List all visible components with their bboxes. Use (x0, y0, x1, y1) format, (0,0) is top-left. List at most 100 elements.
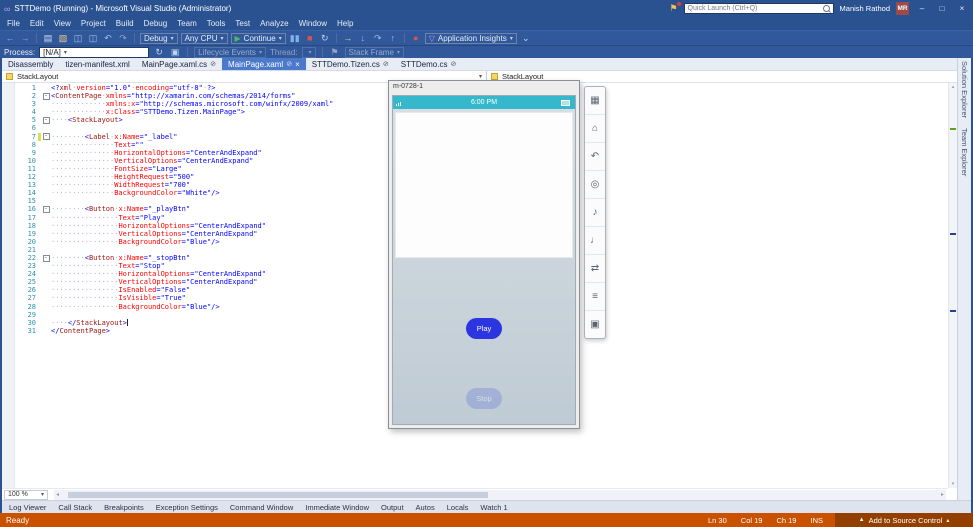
new-file-icon[interactable]: ▤ (42, 34, 54, 43)
flag-toolbar-icon[interactable]: ⚑ (329, 48, 341, 57)
step-into-icon[interactable]: ↓ (357, 34, 369, 43)
menu-tools[interactable]: Tools (202, 19, 231, 28)
pause-icon[interactable]: ▮▮ (289, 34, 301, 43)
tab-sttdemo-cs[interactable]: STTDemo.cs⊘ (395, 58, 463, 70)
tab-mainpage-xaml[interactable]: MainPage.xaml⊘× (222, 58, 306, 70)
tab-tizen-manifest-xml[interactable]: tizen-manifest.xml (59, 58, 135, 70)
restart-icon[interactable]: ↻ (319, 34, 331, 43)
volume-down-icon[interactable]: ♩ (585, 227, 605, 255)
tab-disassembly[interactable]: Disassembly (2, 58, 59, 70)
fold-collapse-icon[interactable]: - (43, 255, 50, 262)
quick-launch-search[interactable]: Quick Launch (Ctrl+Q) (684, 3, 834, 14)
horizontal-scroll-thumb[interactable] (68, 492, 488, 498)
menu-test[interactable]: Test (230, 19, 255, 28)
menu-team[interactable]: Team (172, 19, 202, 28)
volume-up-icon[interactable]: ♪ (585, 199, 605, 227)
toolbar-overflow-icon[interactable]: ⌄ (520, 34, 532, 43)
panel-tab-immediate-window[interactable]: Immediate Window (300, 503, 374, 512)
menu-build[interactable]: Build (111, 19, 139, 28)
code-text: ········<Label·x:Name="_label" (51, 133, 177, 141)
application-insights-button[interactable]: ▽Application Insights▾ (425, 33, 517, 44)
panel-tab-output[interactable]: Output (376, 503, 409, 512)
menu-analyze[interactable]: Analyze (255, 19, 293, 28)
add-to-source-control-button[interactable]: ▲ Add to Source Control ▴ (835, 513, 973, 527)
tab-label: tizen-manifest.xml (65, 60, 129, 69)
fold-collapse-icon[interactable]: - (43, 117, 50, 124)
open-file-icon[interactable]: ▧ (57, 34, 69, 43)
avatar[interactable]: MR (896, 2, 909, 15)
redo-icon[interactable]: ↷ (117, 34, 129, 43)
panel-tab-watch-1[interactable]: Watch 1 (475, 503, 512, 512)
show-next-statement-icon[interactable]: → (342, 34, 354, 43)
panel-tab-exception-settings[interactable]: Exception Settings (151, 503, 223, 512)
tab-close-icon[interactable]: × (295, 60, 300, 69)
back-icon[interactable]: ↶ (585, 143, 605, 171)
menu-bar: FileEditViewProjectBuildDebugTeamToolsTe… (0, 17, 973, 30)
screenshot-icon[interactable]: ▣ (169, 48, 181, 57)
close-button[interactable]: × (955, 4, 969, 13)
change-tracking-bar (38, 124, 41, 132)
toolbar-separator (36, 33, 37, 43)
tab-mainpage-xaml-cs[interactable]: MainPage.xaml.cs⊘ (136, 58, 222, 70)
tizen-emulator-window[interactable]: m-0728-1 6:00 PM Play Stop (388, 80, 580, 429)
multi-window-icon[interactable]: ▦ (585, 87, 605, 115)
refresh-icon[interactable]: ↻ (153, 48, 165, 57)
fold-margin: - (41, 255, 51, 262)
scroll-right-icon[interactable]: ▸ (941, 491, 944, 498)
change-tracking-bar (38, 222, 41, 230)
debug-location-toolbar: Process:[N/A]▾↻▣Lifecycle Events▾Thread:… (0, 45, 973, 58)
save-all-icon[interactable]: ◫ (87, 34, 99, 43)
panel-tab-call-stack[interactable]: Call Stack (53, 503, 97, 512)
breakpoints-icon[interactable]: ● (410, 34, 422, 43)
navigate-back-icon[interactable]: ← (4, 34, 16, 43)
navigate-forward-icon[interactable]: → (19, 34, 31, 43)
process-select[interactable]: [N/A]▾ (39, 47, 149, 58)
panel-tab-breakpoints[interactable]: Breakpoints (99, 503, 149, 512)
line-number: 25 (14, 278, 36, 286)
element-icon (491, 73, 498, 80)
continue-button[interactable]: ▶Continue▾ (231, 33, 286, 44)
panel-tab-autos[interactable]: Autos (411, 503, 440, 512)
step-over-icon[interactable]: ↷ (372, 34, 384, 43)
user-name[interactable]: Manish Rathod (840, 4, 890, 13)
tab-sttdemo-tizen-cs[interactable]: STTDemo.Tizen.cs⊘ (306, 58, 395, 70)
panel-tab-command-window[interactable]: Command Window (225, 503, 298, 512)
menu-project[interactable]: Project (76, 19, 111, 28)
fold-collapse-icon[interactable]: - (43, 133, 50, 140)
scroll-up-icon[interactable]: ▴ (949, 84, 957, 90)
camera-icon[interactable]: ▣ (585, 311, 605, 338)
menu-file[interactable]: File (2, 19, 25, 28)
solution-platform-select[interactable]: Any CPU▾ (181, 33, 228, 44)
fold-collapse-icon[interactable]: - (43, 93, 50, 100)
step-out-icon[interactable]: ↑ (387, 34, 399, 43)
home-icon[interactable]: ⌂ (585, 115, 605, 143)
emulator-play-button[interactable]: Play (466, 318, 502, 339)
side-tab-solution-explorer[interactable]: Solution Explorer (960, 61, 969, 118)
menu-edit[interactable]: Edit (25, 19, 49, 28)
notifications-flag-icon[interactable]: ⚑ (669, 3, 677, 14)
maximize-button[interactable]: □ (935, 4, 949, 13)
menu-debug[interactable]: Debug (139, 19, 173, 28)
save-icon[interactable]: ◫ (72, 34, 84, 43)
zoom-select[interactable]: 100 % ▾ (4, 490, 48, 500)
scroll-down-icon[interactable]: ▾ (949, 481, 957, 487)
chevron-up-icon: ▴ (946, 517, 949, 524)
editor-horizontal-scrollbar[interactable]: ◂ ▸ (54, 490, 946, 500)
settings-icon[interactable]: ≡ (585, 283, 605, 311)
scroll-left-icon[interactable]: ◂ (56, 491, 59, 498)
menu-window[interactable]: Window (294, 19, 332, 28)
solution-config-select[interactable]: Debug▾ (140, 33, 178, 44)
panel-tab-log-viewer[interactable]: Log Viewer (4, 503, 51, 512)
editor-vertical-scrollbar[interactable]: ▴ ▾ (948, 83, 957, 488)
side-tab-team-explorer[interactable]: Team Explorer (960, 128, 969, 176)
panel-tab-locals[interactable]: Locals (442, 503, 474, 512)
menu-help[interactable]: Help (332, 19, 358, 28)
fold-collapse-icon[interactable]: - (43, 206, 50, 213)
minimize-button[interactable]: – (915, 4, 929, 13)
tab-label: MainPage.xaml.cs (142, 60, 207, 69)
undo-icon[interactable]: ↶ (102, 34, 114, 43)
rotate-icon[interactable]: ⇄ (585, 255, 605, 283)
stop-icon[interactable]: ■ (304, 34, 316, 43)
power-icon[interactable]: ◎ (585, 171, 605, 199)
menu-view[interactable]: View (49, 19, 76, 28)
